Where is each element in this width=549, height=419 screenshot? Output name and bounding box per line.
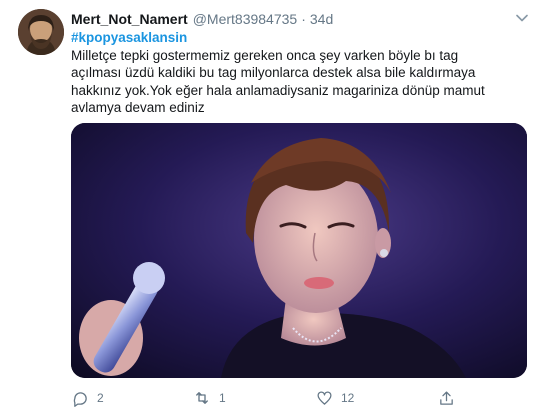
retweet-icon [193,389,211,407]
timestamp[interactable]: 34d [310,11,333,27]
photo-illustration [71,123,527,378]
reply-button[interactable]: 2 [71,388,104,408]
heart-icon [315,389,333,407]
author-name[interactable]: Mert_Not_Namert [71,11,188,27]
retweet-count: 1 [219,391,226,405]
more-menu-button[interactable] [514,10,530,26]
separator-dot: · [301,11,306,27]
tweet-text-line: açılması üzdü kaldiki bu tag milyonlarca… [71,65,476,80]
author-handle[interactable]: @Mert83984735 [193,11,298,27]
tweet[interactable]: Mert_Not_Namert @Mert83984735 · 34d #kpo… [0,0,549,419]
tweet-text-line: Milletçe tepki gostermemiz gereken onca … [71,47,459,63]
tweet-text-line: avlamya devam ediniz [71,100,205,115]
like-count: 12 [341,391,355,405]
reply-count: 2 [97,391,104,405]
tweet-text: #kpopyasaklansin Milletçe tepki gosterme… [71,29,526,117]
share-icon [437,389,455,407]
chevron-down-icon [516,14,528,22]
avatar[interactable] [18,9,64,55]
tweet-header: Mert_Not_Namert @Mert83984735 · 34d [71,10,333,28]
avatar-image [18,9,64,55]
share-button[interactable] [437,388,455,408]
tweet-photo[interactable] [71,123,527,378]
tweet-actions: 2 1 12 [71,388,511,408]
hashtag-link[interactable]: #kpopyasaklansin [71,29,526,47]
reply-icon [71,389,89,407]
retweet-button[interactable]: 1 [193,388,226,408]
tweet-text-line: hakkınız yok.Yok eğer hala anlamadiysani… [71,82,485,98]
like-button[interactable]: 12 [315,388,354,408]
